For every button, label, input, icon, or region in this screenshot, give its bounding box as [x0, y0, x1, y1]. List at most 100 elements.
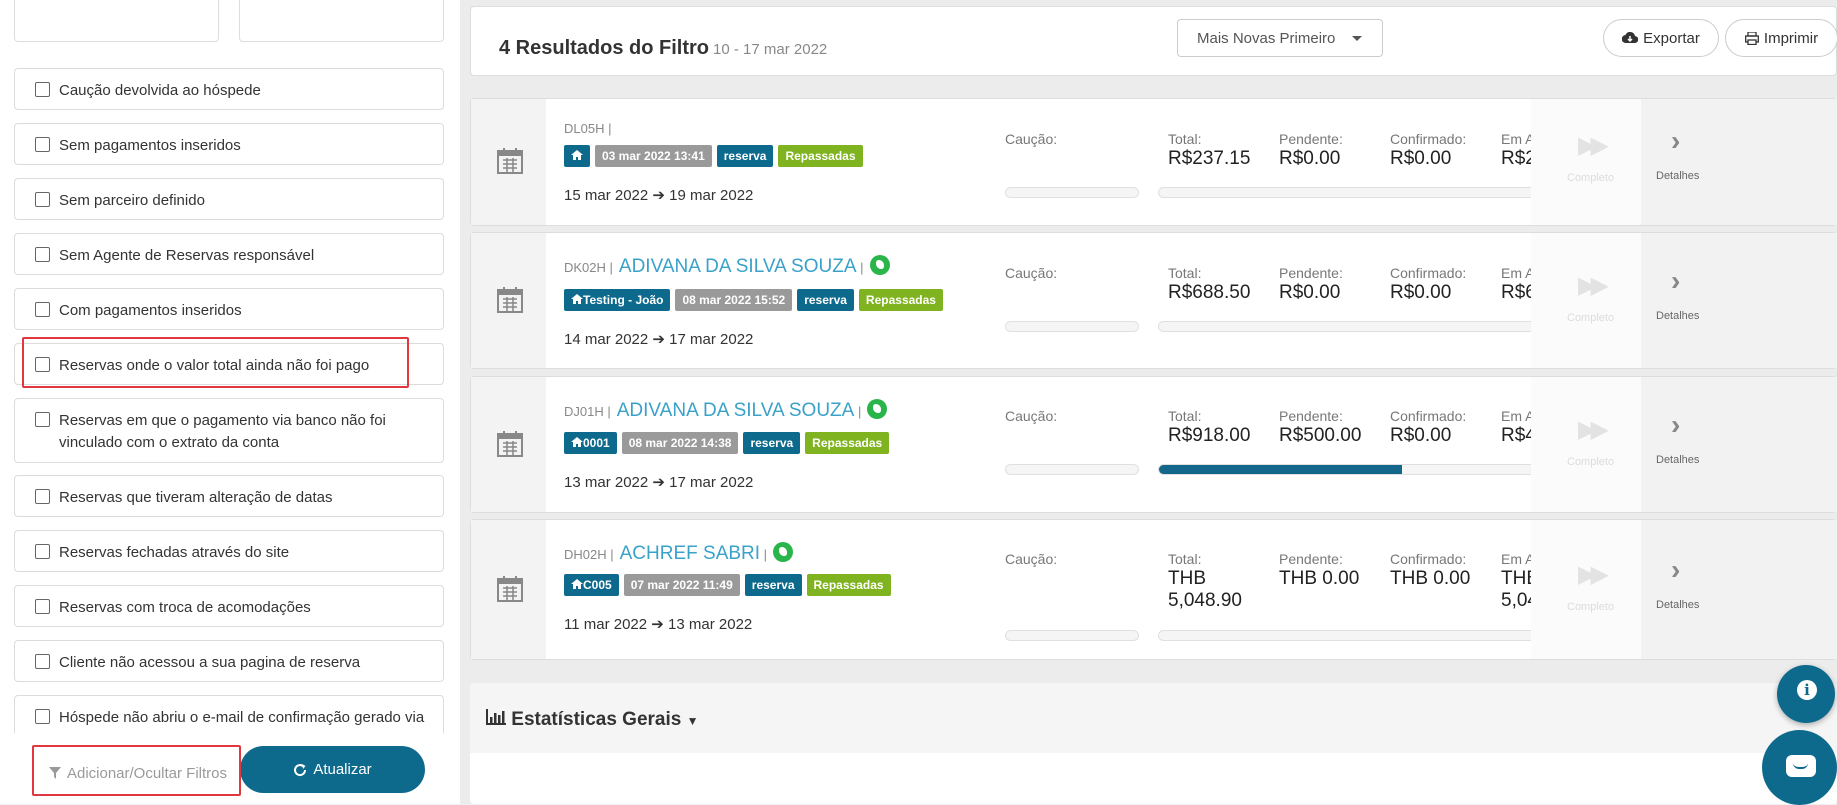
chat-button[interactable] — [1762, 730, 1837, 805]
filter-input-right[interactable] — [239, 0, 444, 42]
checkbox[interactable] — [35, 599, 50, 614]
status-badge: Repassadas — [805, 432, 890, 454]
property-badge[interactable]: Testing - João — [564, 289, 671, 311]
card-icon-column — [471, 377, 546, 512]
confirmed-label: Confirmado: — [1390, 551, 1467, 567]
filter-bank-unlinked[interactable]: Reservas em que o pagamento via banco nã… — [14, 398, 444, 463]
deposit-progress-bar — [1005, 630, 1139, 641]
checkbox[interactable] — [35, 82, 50, 97]
checkbox[interactable] — [35, 302, 50, 317]
pending-value: R$0.00 — [1279, 282, 1341, 303]
filter-client-not-accessed[interactable]: Cliente não acessou a sua pagina de rese… — [14, 640, 444, 682]
property-name: Testing - João — [583, 293, 664, 307]
info-button[interactable]: i — [1777, 665, 1835, 723]
checkbox[interactable] — [35, 489, 50, 504]
property-badge[interactable]: C005 — [564, 574, 619, 596]
print-button[interactable]: Imprimir — [1725, 19, 1837, 57]
property-name: C005 — [583, 578, 612, 592]
confirmed-value: R$0.00 — [1390, 282, 1452, 303]
badge-row: 03 mar 2022 13:41 reserva Repassadas — [564, 145, 863, 167]
print-icon — [1744, 31, 1759, 45]
export-button[interactable]: Exportar — [1603, 19, 1719, 57]
confirmed-label: Confirmado: — [1390, 408, 1467, 424]
status-badge: Repassadas — [806, 574, 891, 596]
checkbox[interactable] — [35, 357, 50, 372]
stay-dates: 14 mar 2022 ➔ 17 mar 2022 — [564, 330, 753, 348]
confirmed-label: Confirmado: — [1390, 131, 1467, 147]
checkbox[interactable] — [35, 412, 50, 427]
checkbox[interactable] — [35, 137, 50, 152]
filter-with-payments[interactable]: Com pagamentos inseridos — [14, 288, 444, 330]
status-column: ▶▶ Completo — [1531, 99, 1641, 225]
sort-select[interactable]: Mais Novas Primeiro — [1177, 19, 1383, 57]
property-badge[interactable]: 0001 — [564, 432, 617, 454]
stats-header[interactable]: Estatísticas Gerais ▼ — [470, 683, 1837, 753]
filter-label: Com pagamentos inseridos — [59, 302, 242, 319]
reservation-card[interactable]: DK02H | ADIVANA DA SILVA SOUZA | Testing … — [470, 232, 1837, 369]
fast-forward-icon: ▶▶ — [1578, 272, 1609, 299]
refresh-icon — [294, 763, 307, 776]
reservation-card[interactable]: DJ01H | ADIVANA DA SILVA SOUZA | 0001 08 … — [470, 376, 1837, 513]
status-badge: Repassadas — [778, 145, 863, 167]
filter-label: Cliente não acessou a sua pagina de rese… — [59, 654, 361, 671]
checkbox[interactable] — [35, 544, 50, 559]
whatsapp-icon[interactable] — [867, 399, 888, 419]
filter-no-payments[interactable]: Sem pagamentos inseridos — [14, 123, 444, 165]
property-badge[interactable] — [564, 145, 590, 167]
filter-icon — [48, 767, 61, 779]
reservation-card[interactable]: DH02H | ACHREF SABRI | C005 07 mar 2022 1… — [470, 519, 1837, 660]
caret-down-icon: ▼ — [686, 714, 699, 728]
reservation-code: DL05H | — [564, 121, 611, 136]
reservation-code: DJ01H | ADIVANA DA SILVA SOUZA | — [564, 399, 888, 422]
filter-deposit-returned[interactable]: Caução devolvida ao hóspede — [14, 68, 444, 110]
checkin-date: 15 mar 2022 — [564, 187, 649, 204]
calendar-icon — [497, 148, 523, 174]
details-button[interactable]: › Detalhes — [1641, 99, 1837, 225]
checkbox[interactable] — [35, 654, 50, 669]
toggle-filters-button[interactable]: Adicionar/Ocultar Filtros — [36, 747, 240, 799]
reservation-code: DK02H | ADIVANA DA SILVA SOUZA | — [564, 255, 890, 278]
whatsapp-icon[interactable] — [773, 542, 794, 562]
total-value: R$918.00 — [1168, 425, 1251, 446]
guest-name-link[interactable]: ACHREF SABRI — [620, 543, 760, 564]
filter-total-unpaid[interactable]: Reservas onde o valor total ainda não fo… — [14, 343, 444, 385]
fast-forward-icon: ▶▶ — [1578, 132, 1609, 159]
checkbox[interactable] — [35, 709, 50, 724]
stay-dates: 11 mar 2022 ➔ 13 mar 2022 — [564, 615, 752, 633]
stats-title[interactable]: Estatísticas Gerais ▼ — [486, 709, 699, 731]
filter-no-partner[interactable]: Sem parceiro definido — [14, 178, 444, 220]
pending-label: Pendente: — [1279, 131, 1343, 147]
filter-label: Sem parceiro definido — [59, 192, 205, 209]
sort-value: Mais Novas Primeiro — [1197, 30, 1336, 47]
code-text: DH02H | — [564, 547, 614, 562]
filter-room-swap[interactable]: Reservas com troca de acomodações — [14, 585, 444, 627]
stay-dates: 13 mar 2022 ➔ 17 mar 2022 — [564, 473, 753, 491]
filter-label: Reservas que tiveram alteração de datas — [59, 489, 333, 506]
deposit-progress-bar — [1005, 321, 1139, 332]
update-button[interactable]: Atualizar — [240, 746, 425, 793]
total-amount: 5,048.90 — [1168, 590, 1242, 611]
pending-label: Pendente: — [1279, 551, 1343, 567]
filter-no-agent[interactable]: Sem Agente de Reservas responsável — [14, 233, 444, 275]
type-badge: reserva — [744, 574, 802, 596]
filter-closed-site[interactable]: Reservas fechadas através do site — [14, 530, 444, 572]
details-button[interactable]: › Detalhes — [1641, 520, 1837, 659]
filter-date-changed[interactable]: Reservas que tiveram alteração de datas — [14, 475, 444, 517]
reservation-card[interactable]: DL05H | 03 mar 2022 13:41 reserva Repass… — [470, 98, 1837, 226]
checkbox[interactable] — [35, 247, 50, 262]
card-icon-column — [471, 520, 546, 659]
guest-name-link[interactable]: ADIVANA DA SILVA SOUZA — [619, 256, 857, 277]
details-button[interactable]: › Detalhes — [1641, 377, 1837, 512]
calendar-icon — [497, 430, 523, 457]
details-button[interactable]: › Detalhes — [1641, 233, 1837, 368]
guest-name-link[interactable]: ADIVANA DA SILVA SOUZA — [617, 400, 855, 421]
status-column: ▶▶ Completo — [1531, 233, 1641, 368]
details-label: Detalhes — [1656, 170, 1700, 182]
created-badge: 08 mar 2022 15:52 — [675, 289, 793, 311]
whatsapp-icon[interactable] — [869, 255, 890, 275]
filter-label: Reservas em que o pagamento via banco nã… — [59, 412, 386, 451]
cloud-download-icon — [1622, 32, 1639, 44]
filter-input-left[interactable] — [14, 0, 219, 42]
checkbox[interactable] — [35, 192, 50, 207]
arrow-right-icon: ➔ — [651, 616, 664, 633]
